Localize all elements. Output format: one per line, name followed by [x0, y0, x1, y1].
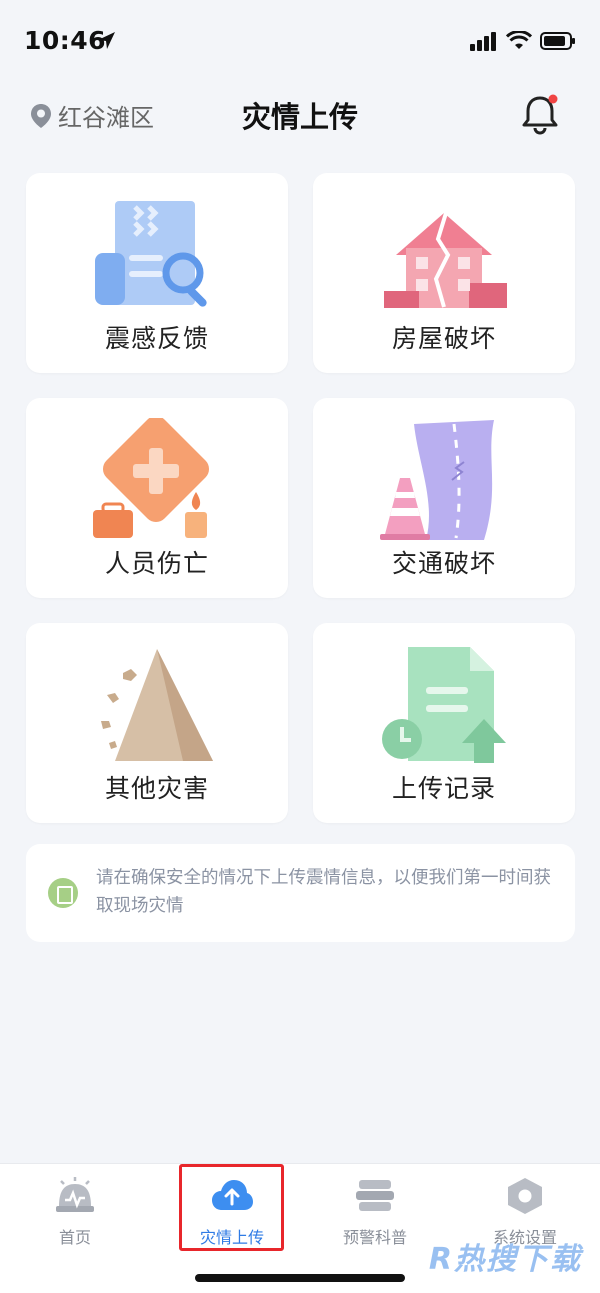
- notice-icon: [48, 878, 78, 908]
- page-title: 灾情上传: [241, 100, 358, 134]
- card-other-disasters[interactable]: 其他灾害: [26, 623, 288, 823]
- cracked-building-icon: [384, 212, 507, 308]
- upload-record-icon: [382, 647, 506, 763]
- status-bar: 10:46: [0, 0, 600, 80]
- signal-icon: [470, 32, 496, 51]
- tab-label: 首页: [58, 1228, 91, 1247]
- books-icon: [356, 1180, 394, 1211]
- damaged-road-icon: [380, 420, 494, 540]
- alarm-icon: [56, 1177, 94, 1212]
- card-house-damage[interactable]: 房屋破坏: [313, 173, 575, 373]
- tab-highlight-box: [179, 1164, 284, 1251]
- wifi-icon: [506, 31, 532, 49]
- card-label: 上传记录: [391, 774, 496, 803]
- tab-label: 预警科普: [342, 1228, 407, 1247]
- settings-hexagon-icon: [508, 1178, 542, 1214]
- location-arrow-icon: [98, 32, 115, 49]
- notification-dot: [548, 94, 558, 104]
- card-label: 其他灾害: [104, 774, 209, 803]
- safety-notice: 请在确保安全的情况下上传震情信息，以便我们第一时间获取现场灾情: [26, 844, 575, 942]
- card-label: 人员伤亡: [104, 549, 209, 578]
- document-search-icon: [95, 201, 207, 307]
- status-time: 10:46: [24, 26, 107, 55]
- nav-bar: 红谷滩区 灾情上传: [0, 84, 600, 144]
- bell-icon[interactable]: [520, 92, 560, 136]
- home-indicator: [195, 1274, 405, 1282]
- card-label: 震感反馈: [104, 324, 209, 353]
- medical-cross-icon: [93, 418, 210, 538]
- notice-text: 请在确保安全的情况下上传震情信息，以便我们第一时间获取现场灾情: [96, 868, 551, 916]
- tab-home[interactable]: 首页: [20, 1176, 130, 1256]
- card-upload-records[interactable]: 上传记录: [313, 623, 575, 823]
- card-traffic-damage[interactable]: 交通破坏: [313, 398, 575, 598]
- status-indicators: [470, 30, 576, 52]
- landslide-icon: [101, 649, 213, 761]
- watermark: R热搜下载: [428, 1242, 582, 1277]
- feature-grid: 震感反馈 房屋破坏 人员伤亡 交通破坏 其他灾害 上传记录: [26, 173, 575, 823]
- card-label: 房屋破坏: [391, 324, 496, 353]
- card-casualties[interactable]: 人员伤亡: [26, 398, 288, 598]
- card-label: 交通破坏: [391, 549, 496, 578]
- battery-icon: [540, 32, 575, 50]
- card-earthquake-feedback[interactable]: 震感反馈: [26, 173, 288, 373]
- tab-warning-science[interactable]: 预警科普: [320, 1176, 430, 1256]
